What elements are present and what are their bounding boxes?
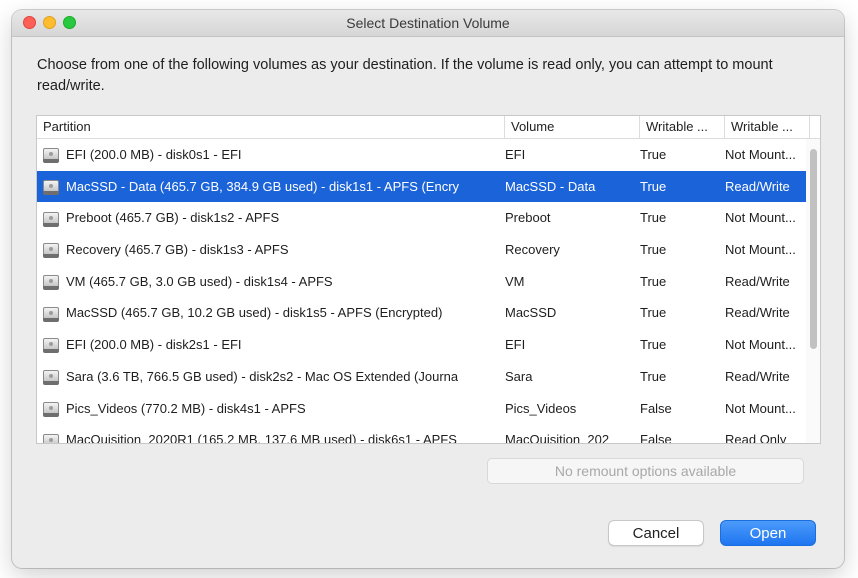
table-row[interactable]: MacSSD - Data (465.7 GB, 384.9 GB used) … <box>37 170 806 203</box>
volume-cell: VM <box>505 273 525 289</box>
title-bar: Select Destination Volume <box>12 10 844 37</box>
disk-icon <box>43 400 59 417</box>
disk-icon <box>43 146 59 164</box>
writable-mode-cell: Read/Write <box>725 368 790 384</box>
table-row[interactable]: Sara (3.6 TB, 766.5 GB used) - disk2s2 -… <box>37 361 806 393</box>
volume-cell: MacSSD - Data <box>505 178 596 194</box>
open-button[interactable]: Open <box>720 520 816 546</box>
volume-cell: Sara <box>505 368 533 384</box>
disk-icon <box>43 305 59 322</box>
remount-options-button[interactable]: No remount options available <box>487 458 804 484</box>
table-row[interactable]: MacSSD (465.7 GB, 10.2 GB used) - disk1s… <box>37 297 806 329</box>
writable-mode-cell: Not Mount... <box>725 337 796 353</box>
writable-mode-cell: Not Mount... <box>725 400 796 416</box>
partition-cell: Recovery (465.7 GB) - disk1s3 - APFS <box>43 234 497 266</box>
partition-label: Recovery (465.7 GB) - disk1s3 - APFS <box>66 242 289 258</box>
partition-label: EFI (200.0 MB) - disk2s1 - EFI <box>66 337 242 353</box>
table-row[interactable]: Pics_Videos (770.2 MB) - disk4s1 - APFS P… <box>37 393 806 425</box>
volume-cell: Recovery <box>505 242 560 258</box>
writable-media-cell: True <box>640 178 667 194</box>
volume-cell: EFI <box>505 337 526 353</box>
disk-icon <box>43 210 59 227</box>
volume-table[interactable]: Partition Volume Writable ... Writable .… <box>36 115 821 444</box>
disk-icon <box>43 178 59 196</box>
partition-cell: MacQuisition_2020R1 (165.2 MB, 137.6 MB … <box>43 424 497 444</box>
partition-cell: MacSSD - Data (465.7 GB, 384.9 GB used) … <box>43 171 497 203</box>
partition-label: MacSSD (465.7 GB, 10.2 GB used) - disk1s… <box>66 305 443 321</box>
partition-cell: MacSSD (465.7 GB, 10.2 GB used) - disk1s… <box>43 297 497 329</box>
dialog-window: Select Destination Volume Choose from on… <box>12 10 844 568</box>
partition-cell: EFI (200.0 MB) - disk2s1 - EFI <box>43 329 497 361</box>
table-row[interactable]: MacQuisition_2020R1 (165.2 MB, 137.6 MB … <box>37 424 806 444</box>
table-row[interactable]: EFI (200.0 MB) - disk0s1 - EFI EFI True Not… <box>37 139 806 171</box>
volume-cell: MacSSD <box>505 305 557 321</box>
writable-media-cell: False <box>640 432 672 444</box>
writable-media-cell: False <box>640 400 672 416</box>
vertical-scrollbar[interactable] <box>806 139 820 443</box>
volume-cell: Preboot <box>505 210 551 226</box>
writable-mode-cell: Read Only <box>725 432 787 444</box>
table-body: EFI (200.0 MB) - disk0s1 - EFI EFI True Not… <box>37 139 806 444</box>
partition-cell: Preboot (465.7 GB) - disk1s2 - APFS <box>43 202 497 234</box>
volume-cell: MacQuisition_202 <box>505 432 610 444</box>
disk-icon <box>43 336 59 354</box>
window-title: Select Destination Volume <box>346 15 510 31</box>
disk-icon <box>43 432 59 443</box>
table-header: Partition Volume Writable ... Writable .… <box>37 116 820 139</box>
partition-cell: VM (465.7 GB, 3.0 GB used) - disk1s4 - A… <box>43 266 497 298</box>
writable-mode-cell: Read/Write <box>725 273 790 289</box>
partition-cell: Sara (3.6 TB, 766.5 GB used) - disk2s2 -… <box>43 361 497 393</box>
table-row[interactable]: Preboot (465.7 GB) - disk1s2 - APFS Prebo… <box>37 202 806 234</box>
disk-icon <box>43 368 59 386</box>
partition-label: Pics_Videos (770.2 MB) - disk4s1 - APFS <box>66 400 306 416</box>
writable-media-cell: True <box>640 210 667 226</box>
writable-media-cell: True <box>640 273 667 289</box>
table-row[interactable]: EFI (200.0 MB) - disk2s1 - EFI EFI True Not… <box>37 329 806 361</box>
partition-label: VM (465.7 GB, 3.0 GB used) - disk1s4 - A… <box>66 273 333 289</box>
partition-label: MacSSD - Data (465.7 GB, 384.9 GB used) … <box>66 178 460 194</box>
column-header-writable-media[interactable]: Writable ... <box>640 116 725 138</box>
column-header-partition[interactable]: Partition <box>37 116 505 138</box>
writable-media-cell: True <box>640 305 667 321</box>
partition-cell: EFI (200.0 MB) - disk0s1 - EFI <box>43 139 497 171</box>
disk-icon <box>43 241 59 259</box>
writable-media-cell: True <box>640 337 667 353</box>
volume-cell: Pics_Videos <box>505 400 577 416</box>
partition-cell: Pics_Videos (770.2 MB) - disk4s1 - APFS <box>43 393 497 425</box>
disk-icon <box>43 273 59 291</box>
writable-media-cell: True <box>640 368 667 384</box>
writable-mode-cell: Not Mount... <box>725 242 796 258</box>
writable-mode-cell: Not Mount... <box>725 210 796 226</box>
writable-mode-cell: Read/Write <box>725 305 790 321</box>
writable-media-cell: True <box>640 147 667 162</box>
writable-media-cell: True <box>640 242 667 258</box>
writable-mode-cell: Not Mount... <box>725 147 796 162</box>
partition-label: EFI (200.0 MB) - disk0s1 - EFI <box>66 147 242 162</box>
instruction-text: Choose from one of the following volumes… <box>37 57 773 94</box>
column-header-writable-mode[interactable]: Writable ... <box>725 116 810 138</box>
volume-cell: EFI <box>505 147 526 162</box>
column-header-volume[interactable]: Volume <box>505 116 640 138</box>
partition-label: MacQuisition_2020R1 (165.2 MB, 137.6 MB … <box>66 432 457 444</box>
writable-mode-cell: Read/Write <box>725 178 790 194</box>
table-row[interactable]: Recovery (465.7 GB) - disk1s3 - APFS Reco… <box>37 234 806 266</box>
partition-label: Preboot (465.7 GB) - disk1s2 - APFS <box>66 210 280 226</box>
partition-label: Sara (3.6 TB, 766.5 GB used) - disk2s2 -… <box>66 368 459 384</box>
scroll-thumb[interactable] <box>810 149 817 349</box>
table-row[interactable]: VM (465.7 GB, 3.0 GB used) - disk1s4 - A… <box>37 266 806 298</box>
cancel-button[interactable]: Cancel <box>608 520 704 546</box>
